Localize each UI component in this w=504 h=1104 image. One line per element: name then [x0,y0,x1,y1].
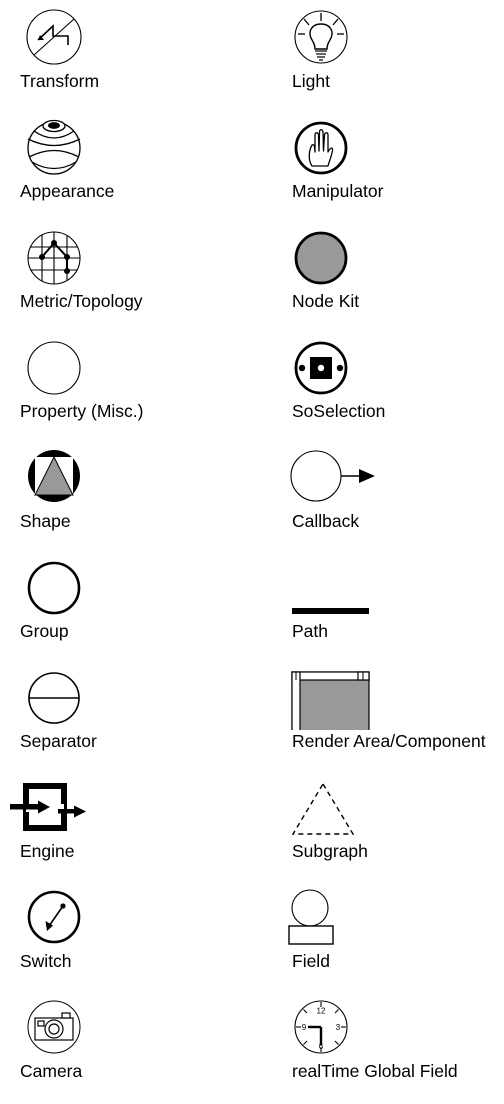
legend-label-group: Group [20,621,69,641]
engine-box-arrows-icon [2,776,86,840]
property-empty-circle-icon [18,336,94,400]
icon-legend-figure: Transform Appearance Metric/Topology Pro… [0,0,504,1096]
legend-label-subgraph: Subgraph [292,841,368,861]
legend-entry-switch: Switch [0,884,252,994]
legend-label-field: Field [292,951,330,971]
switch-circle-arrow-icon [18,886,94,950]
legend-label-appearance: Appearance [20,181,115,201]
field-circle-rect-icon [285,886,361,950]
metric-topology-grid-graph-icon [18,226,94,290]
legend-entry-soselection: SoSelection [252,334,504,444]
legend-label-shape: Shape [20,511,71,531]
clock-numeral-3: 3 [336,1023,341,1032]
legend-entry-transform: Transform [0,4,252,114]
legend-entry-group: Group [0,554,252,664]
legend-label-separator: Separator [20,731,97,751]
legend-label-camera: Camera [20,1061,83,1081]
legend-column-right: Light Manipulator Node Kit SoSelection C… [252,0,504,1096]
legend-entry-shape: Shape [0,444,252,554]
callback-circle-arrow-out-icon [285,446,385,510]
legend-label-light: Light [292,71,330,91]
legend-entry-camera: Camera [0,994,252,1104]
legend-entry-engine: Engine [0,774,252,884]
legend-entry-manipulator: Manipulator [252,114,504,224]
group-bold-circle-icon [18,556,94,620]
legend-entry-render-area: Render Area/Component [252,664,504,774]
legend-entry-separator: Separator [0,664,252,774]
legend-label-render-area: Render Area/Component [292,731,486,751]
light-bulb-rays-icon [285,6,361,70]
path-thick-bar-icon [285,556,369,620]
legend-label-path: Path [292,621,328,641]
legend-entry-appearance: Appearance [0,114,252,224]
legend-entry-subgraph: Subgraph [252,774,504,884]
legend-label-transform: Transform [20,71,100,91]
clock-numeral-9: 9 [302,1023,307,1032]
realtime-clock-icon: 12 3 6 9 [285,996,361,1060]
camera-in-circle-icon [18,996,94,1060]
soselection-square-dots-icon [285,336,361,400]
render-area-window-icon [285,666,370,730]
subgraph-dashed-triangle-icon [285,776,361,840]
shape-filled-circle-triangle-icon [18,446,94,510]
legend-label-node-kit: Node Kit [292,291,360,311]
clock-numeral-12: 12 [317,1007,326,1016]
legend-entry-property: Property (Misc.) [0,334,252,444]
legend-column-left: Transform Appearance Metric/Topology Pro… [0,0,252,1096]
legend-label-property: Property (Misc.) [20,401,144,421]
node-kit-gray-disc-icon [285,226,361,290]
appearance-sphere-icon [18,116,94,180]
legend-entry-metric-topology: Metric/Topology [0,224,252,334]
legend-label-realtime-global-field: realTime Global Field [292,1061,458,1081]
manipulator-hand-icon [285,116,361,180]
legend-entry-callback: Callback [252,444,504,554]
legend-entry-path: Path [252,554,504,664]
transform-circle-zigzag-icon [18,6,94,70]
separator-circle-bisected-icon [18,666,94,730]
legend-label-callback: Callback [292,511,360,531]
legend-label-manipulator: Manipulator [292,181,384,201]
legend-entry-realtime-global-field: 12 3 6 9 realTime Global Field [252,994,504,1104]
legend-label-soselection: SoSelection [292,401,386,421]
legend-entry-node-kit: Node Kit [252,224,504,334]
legend-entry-field: Field [252,884,504,994]
legend-label-metric-topology: Metric/Topology [20,291,143,311]
legend-label-engine: Engine [20,841,75,861]
legend-entry-light: Light [252,4,504,114]
legend-label-switch: Switch [20,951,72,971]
